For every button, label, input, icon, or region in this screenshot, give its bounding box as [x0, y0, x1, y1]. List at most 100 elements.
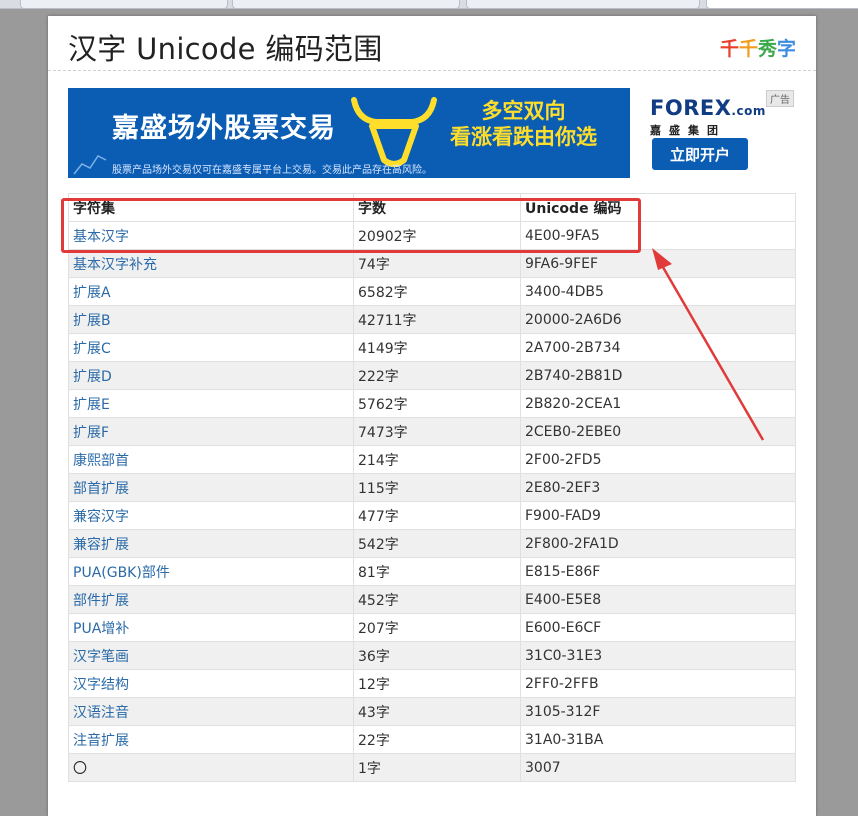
table-row: 〇 1字 3007	[68, 753, 796, 782]
charset-link[interactable]: 扩展C	[73, 341, 111, 357]
cell-charset[interactable]: 兼容汉字	[68, 501, 354, 530]
table-row: 注音扩展 22字 31A0-31BA	[68, 725, 796, 754]
cell-unicode-range: 20000-2A6D6	[520, 305, 796, 334]
charset-link[interactable]: 扩展D	[73, 369, 112, 385]
charset-link[interactable]: PUA增补	[73, 621, 129, 637]
unicode-range-table: 字符集 字数 Unicode 编码 基本汉字 20902字 4E00-9FA5 基本汉…	[68, 193, 796, 782]
cell-charset[interactable]: 部件扩展	[68, 585, 354, 614]
ad-slogan: 多空双向 看涨看跌由你选	[450, 98, 597, 150]
cell-charset[interactable]: 康熙部首	[68, 445, 354, 474]
cell-count: 42711字	[353, 305, 521, 334]
cell-charset[interactable]: 注音扩展	[68, 725, 354, 754]
ad-tag[interactable]: 广告	[766, 90, 794, 107]
charset-link[interactable]: 康熙部首	[73, 453, 129, 469]
cell-count: 81字	[353, 557, 521, 586]
charset-link[interactable]: 注音扩展	[73, 733, 129, 749]
col-header-charset: 字符集	[68, 193, 354, 222]
title-divider	[48, 70, 816, 71]
browser-tab[interactable]	[466, 0, 700, 8]
ad-brand-panel[interactable]: 广告 FOREX.com 嘉盛集团 立即开户	[630, 88, 796, 178]
charset-link[interactable]: 汉字笔画	[73, 649, 129, 665]
charset-link[interactable]: 扩展B	[73, 313, 111, 329]
charset-link[interactable]: 部件扩展	[73, 593, 129, 609]
charset-link[interactable]: 部首扩展	[73, 481, 129, 497]
table-row: 基本汉字补充 74字 9FA6-9FEF	[68, 249, 796, 278]
charset-link[interactable]: 兼容扩展	[73, 537, 129, 553]
cell-unicode-range: E600-E6CF	[520, 613, 796, 642]
table-row: 扩展A 6582字 3400-4DB5	[68, 277, 796, 306]
browser-tab[interactable]	[232, 0, 460, 8]
cell-charset[interactable]: PUA增补	[68, 613, 354, 642]
charset-link[interactable]: 基本汉字补充	[73, 257, 157, 273]
chart-line-icon	[73, 155, 107, 175]
cell-charset[interactable]: 扩展F	[68, 417, 354, 446]
cell-charset[interactable]: 汉字笔画	[68, 641, 354, 670]
cell-count: 1字	[353, 753, 521, 782]
charset-link[interactable]: 基本汉字	[73, 229, 129, 245]
cell-unicode-range: 2F00-2FD5	[520, 445, 796, 474]
cell-unicode-range: 2A700-2B734	[520, 333, 796, 362]
cell-unicode-range: E815-E86F	[520, 557, 796, 586]
cell-count: 12字	[353, 669, 521, 698]
cell-charset[interactable]: 扩展E	[68, 389, 354, 418]
cell-charset[interactable]: 基本汉字补充	[68, 249, 354, 278]
table-row: 部首扩展 115字 2E80-2EF3	[68, 473, 796, 502]
charset-link[interactable]: 兼容汉字	[73, 509, 129, 525]
cell-charset[interactable]: 基本汉字	[68, 221, 354, 250]
cell-charset: 〇	[68, 753, 354, 782]
ad-banner[interactable]: 嘉盛场外股票交易 多空双向 看涨看跌由你选 股票产品场外交易仅可在嘉盛专属平台上…	[68, 88, 796, 178]
cell-charset[interactable]: PUA(GBK)部件	[68, 557, 354, 586]
page-title: 汉字 Unicode 编码范围	[68, 32, 383, 66]
charset-link[interactable]: 扩展E	[73, 397, 110, 413]
cell-unicode-range: 3400-4DB5	[520, 277, 796, 306]
cell-charset[interactable]: 汉语注音	[68, 697, 354, 726]
table-row: 扩展D 222字 2B740-2B81D	[68, 361, 796, 390]
cell-charset[interactable]: 扩展A	[68, 277, 354, 306]
page-content: 汉字 Unicode 编码范围 千千秀字 嘉盛场外股票交易 多空双向 看涨看跌由…	[48, 16, 816, 816]
charset-link[interactable]: PUA(GBK)部件	[73, 565, 170, 581]
table-row: 康熙部首 214字 2F00-2FD5	[68, 445, 796, 474]
cell-count: 74字	[353, 249, 521, 278]
table-row: PUA(GBK)部件 81字 E815-E86F	[68, 557, 796, 586]
cell-charset[interactable]: 扩展D	[68, 361, 354, 390]
cell-unicode-range: F900-FAD9	[520, 501, 796, 530]
charset-link[interactable]: 扩展A	[73, 285, 111, 301]
cell-charset[interactable]: 兼容扩展	[68, 529, 354, 558]
logo-char: 千	[719, 38, 739, 60]
table-row: 兼容扩展 542字 2F800-2FA1D	[68, 529, 796, 558]
cell-unicode-range: E400-E5E8	[520, 585, 796, 614]
ad-slogan-line2: 看涨看跌由你选	[450, 125, 597, 149]
cell-count: 20902字	[353, 221, 521, 250]
forex-logo: FOREX.com	[650, 96, 766, 120]
open-account-button[interactable]: 立即开户	[652, 138, 748, 170]
cell-count: 22字	[353, 725, 521, 754]
ad-disclaimer: 股票产品场外交易仅可在嘉盛专属平台上交易。交易此产品存在高风险。	[112, 165, 432, 176]
charset-link[interactable]: 汉字结构	[73, 677, 129, 693]
logo-char: 千	[738, 38, 758, 60]
charset-link[interactable]: 扩展F	[73, 425, 109, 441]
cell-charset[interactable]: 扩展B	[68, 305, 354, 334]
cell-charset[interactable]: 部首扩展	[68, 473, 354, 502]
cell-count: 207字	[353, 613, 521, 642]
table-row: 扩展B 42711字 20000-2A6D6	[68, 305, 796, 334]
table-header-row: 字符集 字数 Unicode 编码	[68, 193, 796, 222]
cell-unicode-range: 2B740-2B81D	[520, 361, 796, 390]
cell-unicode-range: 2B820-2CEA1	[520, 389, 796, 418]
ad-slogan-line1: 多空双向	[481, 99, 566, 123]
cell-charset[interactable]: 扩展C	[68, 333, 354, 362]
table-row: 汉语注音 43字 3105-312F	[68, 697, 796, 726]
browser-tab-strip	[0, 0, 858, 9]
cell-charset[interactable]: 汉字结构	[68, 669, 354, 698]
table-row: 扩展F 7473字 2CEB0-2EBE0	[68, 417, 796, 446]
table-row: 部件扩展 452字 E400-E5E8	[68, 585, 796, 614]
charset-link[interactable]: 汉语注音	[73, 705, 129, 721]
forex-brand: FOREX	[650, 96, 732, 120]
cell-count: 5762字	[353, 389, 521, 418]
table-row: 汉字笔画 36字 31C0-31E3	[68, 641, 796, 670]
ad-headline: 嘉盛场外股票交易	[112, 113, 336, 144]
cell-count: 43字	[353, 697, 521, 726]
col-header-unicode: Unicode 编码	[520, 193, 796, 222]
browser-tab[interactable]	[20, 0, 228, 8]
browser-tab-active[interactable]	[706, 0, 858, 8]
site-logo[interactable]: 千千秀字	[720, 34, 796, 61]
